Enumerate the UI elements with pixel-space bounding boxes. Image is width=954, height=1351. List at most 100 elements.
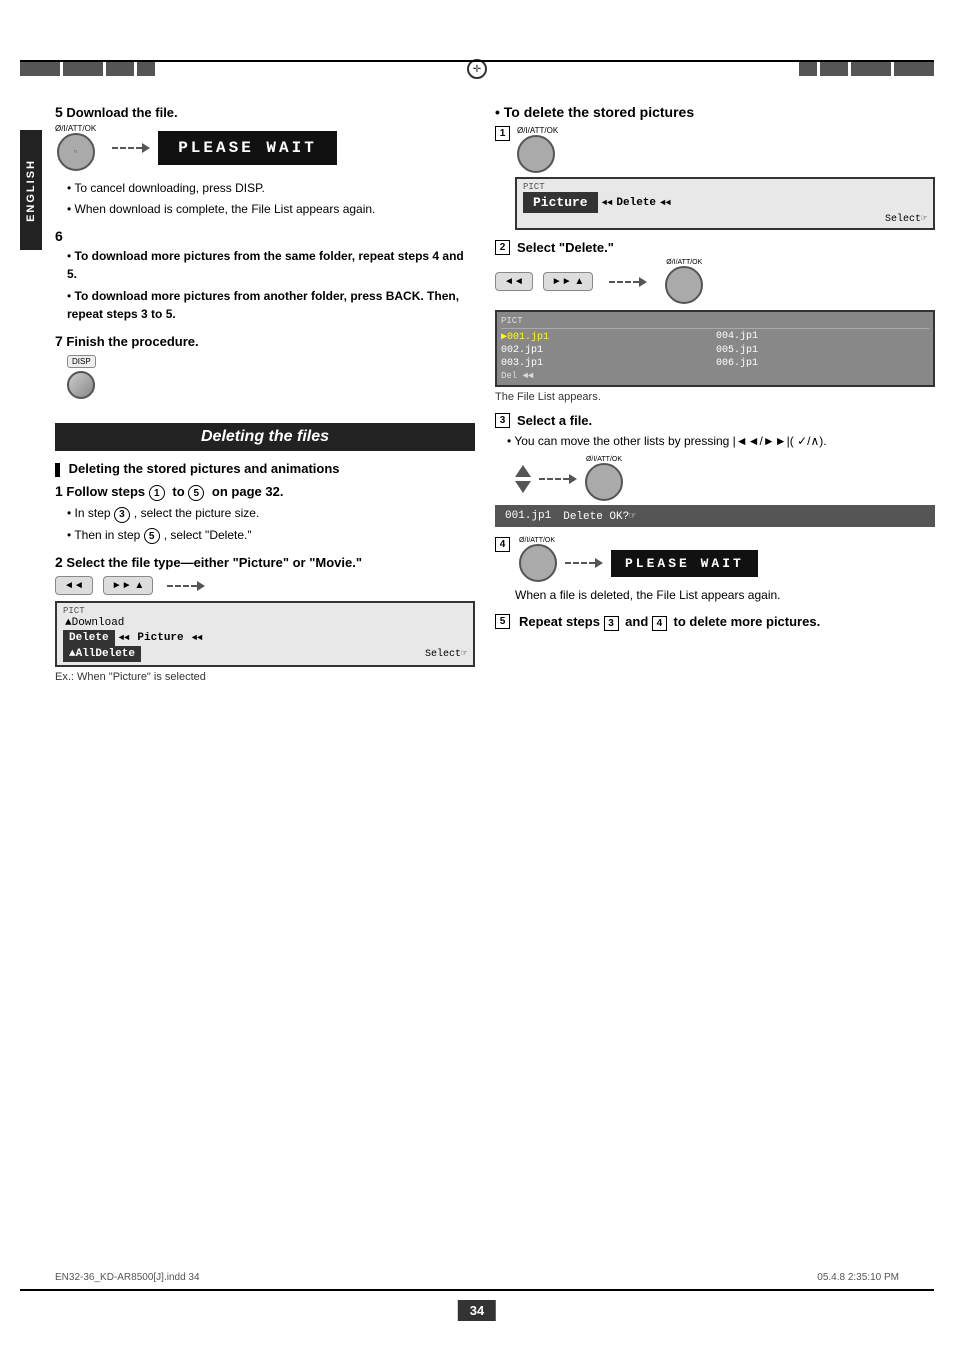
step5-button-label: Ø/I/ATT/OK <box>55 124 96 133</box>
page-number: 34 <box>458 1300 496 1321</box>
substep4-screen: PLEASE WAIT <box>611 550 758 577</box>
delete-step2-nav: ◄◄ ►► ▲ <box>55 576 475 595</box>
substep3-controls: Ø/I/ATT/OK <box>515 456 935 501</box>
substep3-ok-button[interactable] <box>585 463 623 501</box>
ok-button[interactable]: ○ <box>57 133 95 171</box>
cross-icon: ✛ <box>473 64 481 75</box>
file-item[interactable]: 006.jp1 <box>716 358 929 369</box>
substep3-delete-ok: 001.jp1 Delete OK?☞ <box>495 505 935 527</box>
substep3-ok-area: Ø/I/ATT/OK <box>585 456 623 501</box>
step6-heading: 6 <box>55 228 475 244</box>
menu-row-download: ▲Download <box>63 616 467 630</box>
step7-disp-button: DISP <box>67 355 96 399</box>
up-arrow-icon[interactable] <box>515 465 531 477</box>
page-border-top <box>20 60 934 62</box>
step6-section: 6 • To download more pictures from the s… <box>55 228 475 323</box>
substep3-title: Select a file. <box>517 413 592 428</box>
substep4-btn-area: Ø/I/ATT/OK PLEASE WAIT <box>519 537 758 582</box>
footer-left: EN32-36_KD-AR8500[J].indd 34 <box>55 1272 200 1283</box>
substep4-btn-label: Ø/I/ATT/OK <box>519 537 758 544</box>
footer: EN32-36_KD-AR8500[J].indd 34 05.4.8 2:35… <box>55 1272 899 1283</box>
file-item[interactable]: 003.jp1 <box>501 358 714 369</box>
substep2-file-list: PICT ▶001.jp1 004.jp1 002.jp1 005.jp1 00… <box>495 310 935 387</box>
delete-step2-menu: PICT ▲Download Delete ◄◄ Picture ◄◄ ▲All… <box>55 601 475 667</box>
step5-heading: 5 Download the file. <box>55 104 475 120</box>
subsection-title: Deleting the stored pictures and animati… <box>55 461 475 477</box>
file-item[interactable]: 002.jp1 <box>501 345 714 356</box>
right-substep4: 4 Ø/I/ATT/OK PLEASE WAIT When a file is … <box>495 537 935 604</box>
substep2-big-btn: Ø/I/ATT/OK <box>665 259 703 304</box>
substep4-ok-button[interactable] <box>519 544 557 582</box>
delete-step1-bullet2: • Then in step 5, select "Delete." <box>67 526 475 545</box>
header-block <box>106 62 134 76</box>
header-bar: ✛ <box>20 60 934 78</box>
step7-heading: 7 Finish the procedure. <box>55 333 475 349</box>
section-divider-deleting: Deleting the files <box>55 423 475 451</box>
header-center-symbol: ✛ <box>467 59 487 79</box>
delete-step2: 2 Select the file type—either "Picture" … <box>55 554 475 683</box>
right-substep3: 3 Select a file. • You can move the othe… <box>495 413 935 527</box>
substep2-nav-right[interactable]: ►► ▲ <box>543 272 593 291</box>
footer-right: 05.4.8 2:35:10 PM <box>817 1272 899 1283</box>
delete-step1-heading: 1 Follow steps 1 to 5 on page 32. <box>55 483 475 502</box>
step5-screen: Ø/I/ATT/OK ○ PLEASE WAIT <box>55 124 475 171</box>
nav-left-button[interactable]: ◄◄ <box>55 576 93 595</box>
substep2-ok-button[interactable] <box>665 266 703 304</box>
step5-arrow <box>112 139 150 157</box>
right-substep2: 2 Select "Delete." ◄◄ ►► ▲ Ø/I/ATT/OK PI… <box>495 240 935 403</box>
subsection-bar-icon <box>55 463 60 477</box>
file-item[interactable]: ▶001.jp1 <box>501 331 714 343</box>
header-block <box>63 62 103 76</box>
right-substep1: 1 Ø/I/ATT/OK PICT Picture ◄◄ Delete ◄◄ S… <box>495 126 935 230</box>
header-blocks-right <box>487 62 934 76</box>
header-block <box>820 62 848 76</box>
substep5-text: Repeat steps 3 and 4 to delete more pict… <box>519 614 820 631</box>
step6-bullet1: • To download more pictures from the sam… <box>67 247 475 283</box>
substep2-caption: The File List appears. <box>495 391 935 403</box>
step5-bullet1: • To cancel downloading, press DISP. <box>67 179 475 197</box>
header-block <box>137 62 155 76</box>
please-wait-screen: PLEASE WAIT <box>158 131 337 165</box>
english-tab-label: ENGLISH <box>25 159 37 222</box>
substep2-nav: ◄◄ ►► ▲ Ø/I/ATT/OK <box>495 259 935 304</box>
file-item[interactable]: 005.jp1 <box>716 345 929 356</box>
substep1-screen <box>517 135 558 173</box>
menu-row-delete: Delete ◄◄ Picture ◄◄ <box>63 630 467 646</box>
substep2-nav-left[interactable]: ◄◄ <box>495 272 533 291</box>
substep1-content: Ø/I/ATT/OK <box>513 126 558 173</box>
header-block <box>799 62 817 76</box>
down-arrow-icon[interactable] <box>515 481 531 493</box>
menu-row-alldelete: ▲AllDelete Select☞ <box>63 646 467 662</box>
step7-section: 7 Finish the procedure. DISP <box>55 333 475 405</box>
page-border-bottom <box>20 1289 934 1291</box>
substep1-button-label: Ø/I/ATT/OK <box>517 126 558 135</box>
delete-step2-heading: 2 Select the file type—either "Picture" … <box>55 554 475 570</box>
left-column: 5 Download the file. Ø/I/ATT/OK ○ PLEASE… <box>55 100 475 686</box>
step3-heading: • To delete the stored pictures <box>495 104 935 120</box>
file-item[interactable]: 004.jp1 <box>716 331 929 343</box>
header-block <box>894 62 934 76</box>
step5-bullet2: • When download is complete, the File Li… <box>67 200 475 218</box>
substep4-bullet: When a file is deleted, the File List ap… <box>515 586 935 604</box>
delete-step1: 1 Follow steps 1 to 5 on page 32. • In s… <box>55 483 475 545</box>
nav-right-button[interactable]: ►► ▲ <box>103 576 153 595</box>
disp-circle[interactable] <box>67 371 95 399</box>
step6-bullet2: • To download more pictures from another… <box>67 287 475 323</box>
delete-step2-caption: Ex.: When "Picture" is selected <box>55 671 475 683</box>
step5-section: 5 Download the file. Ø/I/ATT/OK ○ PLEASE… <box>55 104 475 218</box>
delete-step1-bullet1: • In step 3, select the picture size. <box>67 504 475 523</box>
header-block <box>851 62 891 76</box>
header-blocks-left <box>20 62 467 76</box>
nav-dashes <box>167 577 205 595</box>
substep2-title: Select "Delete." <box>517 240 614 255</box>
substep1-menu: PICT Picture ◄◄ Delete ◄◄ Select☞ <box>515 177 935 230</box>
step5-button-area: Ø/I/ATT/OK ○ <box>55 124 96 171</box>
header-block <box>20 62 60 76</box>
substep1-ok-button[interactable] <box>517 135 555 173</box>
right-column: • To delete the stored pictures 1 Ø/I/AT… <box>495 100 935 641</box>
substep1-select: Select☞ <box>523 213 927 225</box>
del-label: Del ◄◄ <box>501 371 929 381</box>
substep3-updown <box>515 465 531 493</box>
english-tab: ENGLISH <box>20 130 42 250</box>
right-substep5: 5 Repeat steps 3 and 4 to delete more pi… <box>495 614 935 631</box>
